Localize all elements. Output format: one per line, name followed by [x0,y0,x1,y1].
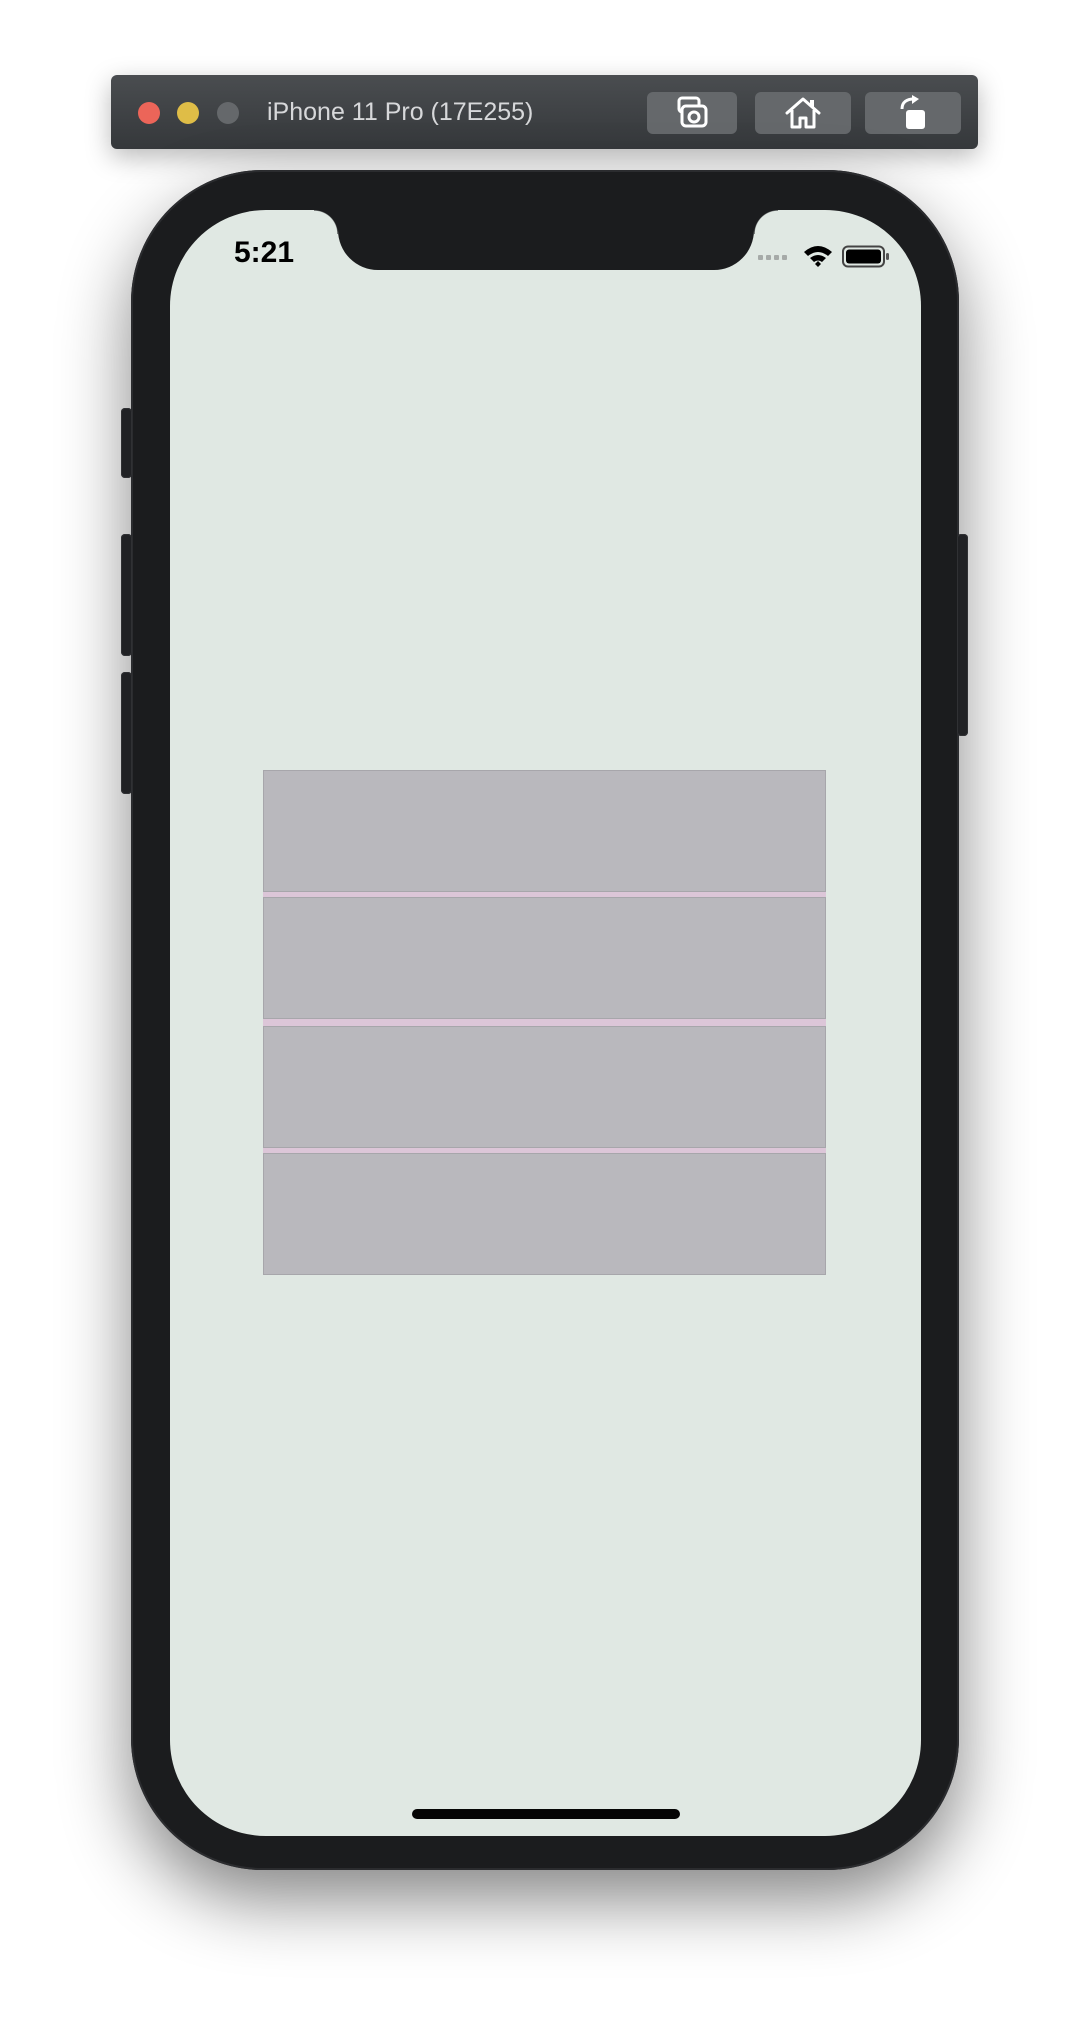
status-icons [758,244,889,272]
table-view[interactable] [263,770,826,1275]
home-indicator[interactable] [412,1809,680,1819]
volume-down-button[interactable] [121,672,132,794]
device-title: iPhone 11 Pro (17E255) [267,98,534,126]
table-row[interactable] [263,897,826,1019]
zoom-window-button[interactable] [217,102,239,124]
table-row[interactable] [263,1026,826,1148]
signal-icon [758,255,787,260]
device-screen: 5:21 [170,210,921,1836]
simulator-toolbar: iPhone 11 Pro (17E255) [111,75,978,149]
home-icon [785,97,821,129]
volume-up-button[interactable] [121,534,132,656]
power-button[interactable] [957,534,968,736]
silent-switch[interactable] [121,408,132,478]
minimize-window-button[interactable] [177,102,199,124]
screenshot-button[interactable] [647,92,737,134]
table-row[interactable] [263,770,826,892]
close-window-button[interactable] [138,102,160,124]
rotate-button[interactable] [865,92,961,134]
notch [314,210,778,270]
battery-icon [842,245,889,268]
wifi-icon [804,246,832,267]
table-row[interactable] [263,1153,826,1275]
screenshot-icon [677,96,708,128]
status-time: 5:21 [234,236,295,269]
rotate-icon [900,95,925,129]
home-button[interactable] [755,92,851,134]
